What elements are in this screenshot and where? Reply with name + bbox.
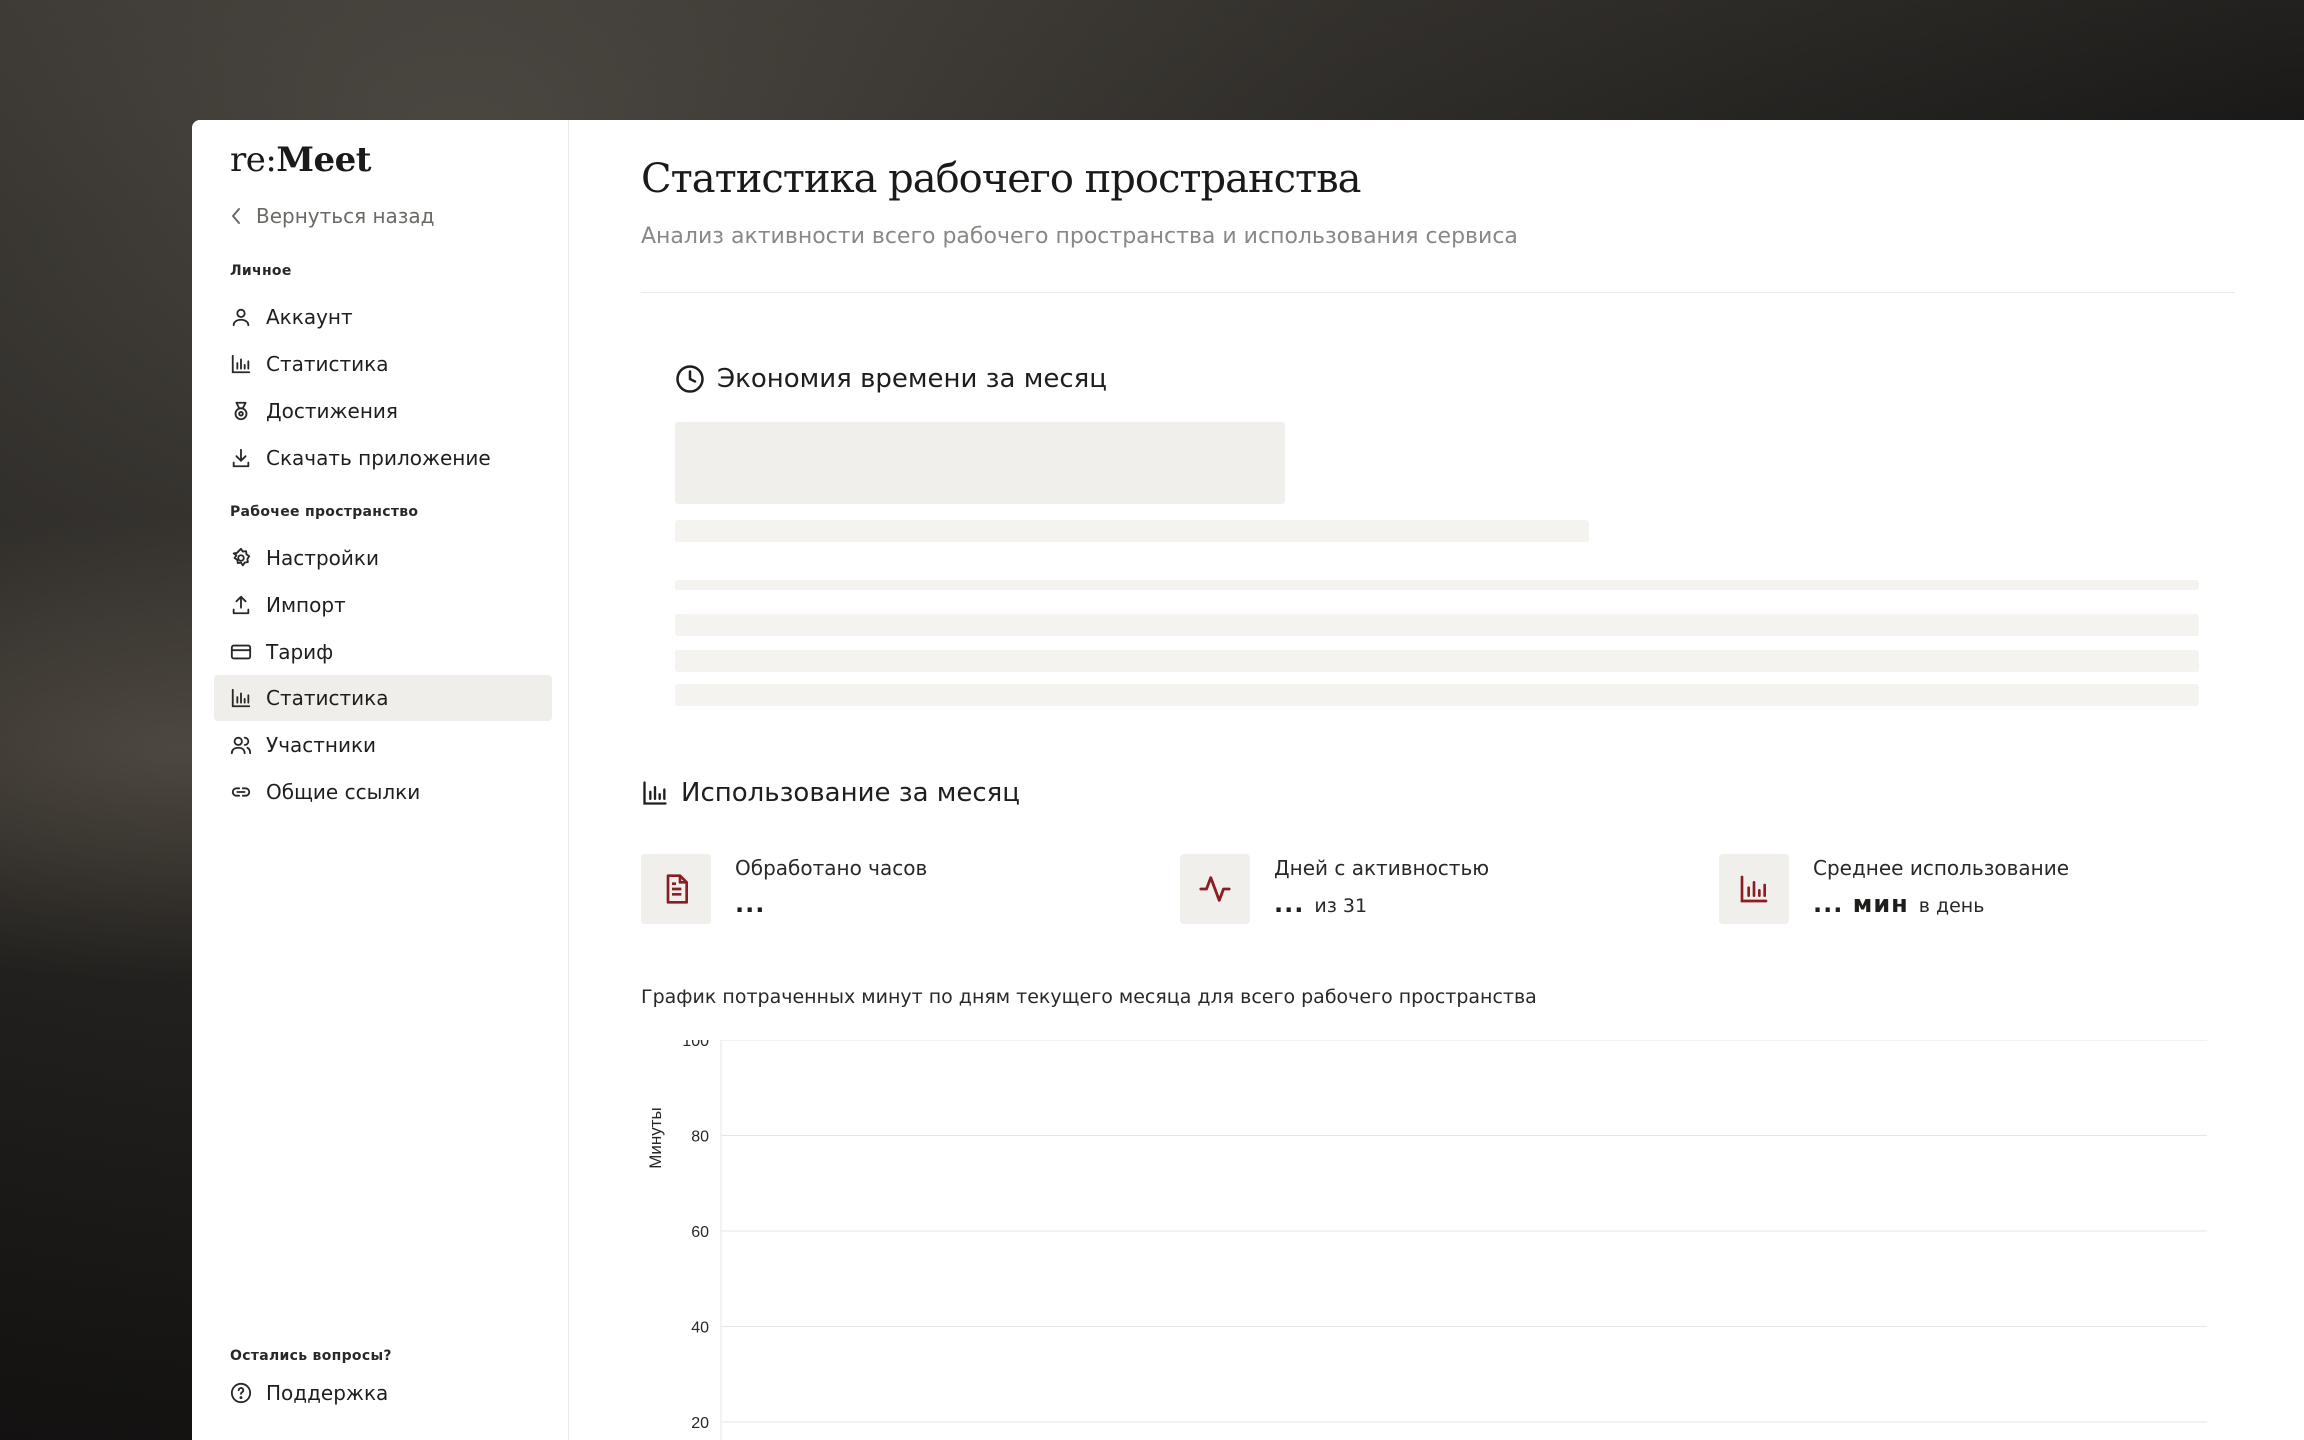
- savings-heading: Экономия времени за месяц: [675, 364, 1107, 394]
- help-circle-icon: [230, 1382, 252, 1404]
- page-subtitle: Анализ активности всего рабочего простра…: [641, 224, 1518, 249]
- sidebar-item-label: Тариф: [266, 640, 334, 664]
- sidebar-item-settings[interactable]: Настройки: [214, 535, 552, 581]
- sidebar-item-account[interactable]: Аккаунт: [214, 294, 552, 340]
- bar-chart-icon: [231, 354, 251, 374]
- sidebar: re:Meet Вернуться назад Личное Аккаунт С…: [192, 120, 569, 1440]
- users-icon: [230, 736, 252, 755]
- app-window: re:Meet Вернуться назад Личное Аккаунт С…: [192, 120, 2304, 1440]
- sidebar-item-label: Статистика: [266, 686, 389, 710]
- stat-value: ...: [735, 890, 766, 918]
- divider: [641, 292, 2235, 293]
- stat-label: Среднее использование: [1813, 856, 2070, 880]
- stat-suffix: из 31: [1314, 895, 1368, 917]
- skeleton-line: [675, 650, 2199, 672]
- y-tick-label: 80: [691, 1129, 709, 1146]
- usage-title: Использование за месяц: [681, 778, 1021, 808]
- skeleton-block: [675, 422, 1285, 504]
- sidebar-item-label: Достижения: [266, 399, 398, 423]
- main-content: Статистика рабочего пространства Анализ …: [569, 120, 2304, 1440]
- sidebar-item-label: Общие ссылки: [266, 780, 421, 804]
- stat-active-days: Дней с активностью ... из 31: [1180, 854, 1489, 924]
- y-tick-label: 20: [691, 1415, 709, 1432]
- sidebar-item-label: Аккаунт: [266, 305, 353, 329]
- sidebar-item-personal-stats[interactable]: Статистика: [214, 341, 552, 387]
- document-icon: [666, 874, 688, 904]
- usage-heading: Использование за месяц: [641, 778, 1020, 808]
- sidebar-item-support[interactable]: Поддержка: [214, 1370, 552, 1416]
- bar-chart-icon: [643, 781, 667, 805]
- back-label: Вернуться назад: [256, 204, 435, 228]
- page-title: Статистика рабочего пространства: [641, 156, 1362, 202]
- bar-chart-icon: [231, 688, 251, 708]
- section-title-workspace: Рабочее пространство: [230, 504, 419, 520]
- skeleton-line: [675, 520, 1589, 542]
- stat-average-usage: Среднее использование ... мин в день: [1719, 854, 2069, 924]
- sidebar-item-download-app[interactable]: Скачать приложение: [214, 435, 552, 481]
- clock-icon: [676, 365, 704, 393]
- section-title-personal: Личное: [230, 263, 292, 279]
- upload-icon: [232, 595, 250, 615]
- back-link[interactable]: Вернуться назад: [230, 204, 435, 228]
- y-axis-label: Минуты: [646, 1107, 665, 1169]
- gear-icon: [232, 547, 251, 567]
- stat-label: Обработано часов: [735, 856, 928, 880]
- bar-chart-icon: [1740, 875, 1768, 903]
- credit-card-icon: [230, 644, 252, 660]
- sidebar-item-workspace-stats[interactable]: Статистика: [214, 675, 552, 721]
- download-icon: [232, 448, 250, 468]
- stat-icon-box: [1719, 854, 1789, 924]
- skeleton-line: [675, 614, 2199, 636]
- skeleton-line: [675, 684, 2199, 706]
- link-icon: [231, 787, 251, 797]
- chart-caption: График потраченных минут по дням текущег…: [641, 986, 1537, 1008]
- stat-label: Дней с активностью: [1274, 856, 1490, 880]
- sidebar-item-members[interactable]: Участники: [214, 722, 552, 768]
- skeleton-line: [675, 580, 2199, 590]
- logo-prefix: re:: [230, 140, 277, 180]
- sidebar-item-shared-links[interactable]: Общие ссылки: [214, 769, 552, 815]
- y-tick-label: 100: [682, 1040, 709, 1050]
- sidebar-item-label: Настройки: [266, 546, 379, 570]
- y-tick-label: 60: [691, 1224, 709, 1241]
- stat-value: ... мин: [1813, 890, 1909, 918]
- stat-hours: Обработано часов ...: [641, 854, 927, 924]
- stat-value: ...: [1274, 890, 1305, 918]
- sidebar-item-achievements[interactable]: Достижения: [214, 388, 552, 434]
- sidebar-item-label: Скачать приложение: [266, 446, 491, 470]
- sidebar-item-tariff[interactable]: Тариф: [214, 629, 552, 675]
- footer-title: Остались вопросы?: [230, 1348, 392, 1364]
- sidebar-item-label: Статистика: [266, 352, 389, 376]
- chevron-left-icon: [232, 208, 240, 224]
- savings-title: Экономия времени за месяц: [717, 364, 1107, 394]
- activity-icon: [1199, 876, 1231, 902]
- sidebar-item-label: Поддержка: [266, 1381, 389, 1405]
- logo[interactable]: re:Meet: [230, 140, 371, 180]
- usage-chart: 100 80 60 40 20 Минуты: [646, 1040, 2207, 1440]
- medal-icon: [234, 401, 248, 421]
- sidebar-item-import[interactable]: Импорт: [214, 582, 552, 628]
- user-icon: [232, 308, 250, 327]
- stat-icon-box: [641, 854, 711, 924]
- sidebar-item-label: Импорт: [266, 593, 346, 617]
- sidebar-item-label: Участники: [266, 733, 377, 757]
- stat-suffix: в день: [1918, 895, 1985, 917]
- y-tick-label: 40: [691, 1320, 709, 1337]
- stat-icon-box: [1180, 854, 1250, 924]
- logo-brand: Meet: [276, 140, 371, 180]
